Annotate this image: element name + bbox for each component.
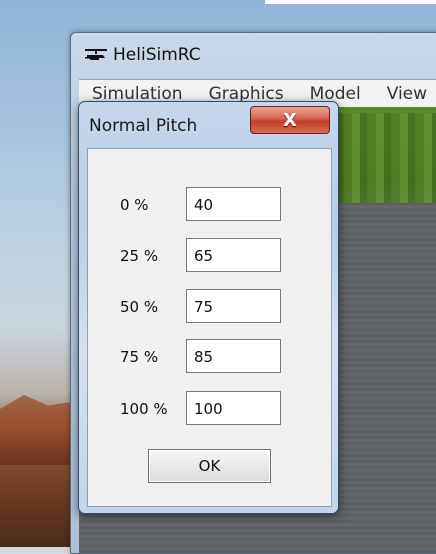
pitch-input-0[interactable] <box>186 187 281 221</box>
helicopter-icon <box>85 49 107 60</box>
app-titlebar: HeliSimRC <box>85 43 201 67</box>
pitch-input-50[interactable] <box>186 289 281 323</box>
pitch-label-100: 100 % <box>120 400 168 418</box>
dialog-body: 0 % 25 % 50 % 75 % 100 % OK <box>87 148 332 507</box>
pitch-row-50: 50 % <box>88 289 331 323</box>
pitch-row-25: 25 % <box>88 238 331 272</box>
pitch-row-75: 75 % <box>88 339 331 373</box>
dialog-title: Normal Pitch <box>89 116 198 136</box>
pitch-input-100[interactable] <box>186 391 281 425</box>
close-icon: X <box>283 109 297 131</box>
menu-view[interactable]: View <box>374 84 436 104</box>
pitch-label-0: 0 % <box>120 196 149 214</box>
pitch-label-25: 25 % <box>120 247 159 265</box>
desert-landscape <box>0 395 80 465</box>
pitch-input-75[interactable] <box>186 339 281 373</box>
app-title: HeliSimRC <box>113 45 201 65</box>
pitch-label-75: 75 % <box>120 348 159 366</box>
pitch-row-0: 0 % <box>88 187 331 221</box>
pitch-label-50: 50 % <box>120 298 159 316</box>
pitch-row-100: 100 % <box>88 391 331 425</box>
close-button[interactable]: X <box>250 106 330 134</box>
pitch-input-25[interactable] <box>186 238 281 272</box>
normal-pitch-dialog: Normal Pitch X 0 % 25 % 50 % 75 % 100 % … <box>78 101 339 514</box>
desktop-top-strip <box>265 0 436 4</box>
ok-button[interactable]: OK <box>148 449 271 483</box>
